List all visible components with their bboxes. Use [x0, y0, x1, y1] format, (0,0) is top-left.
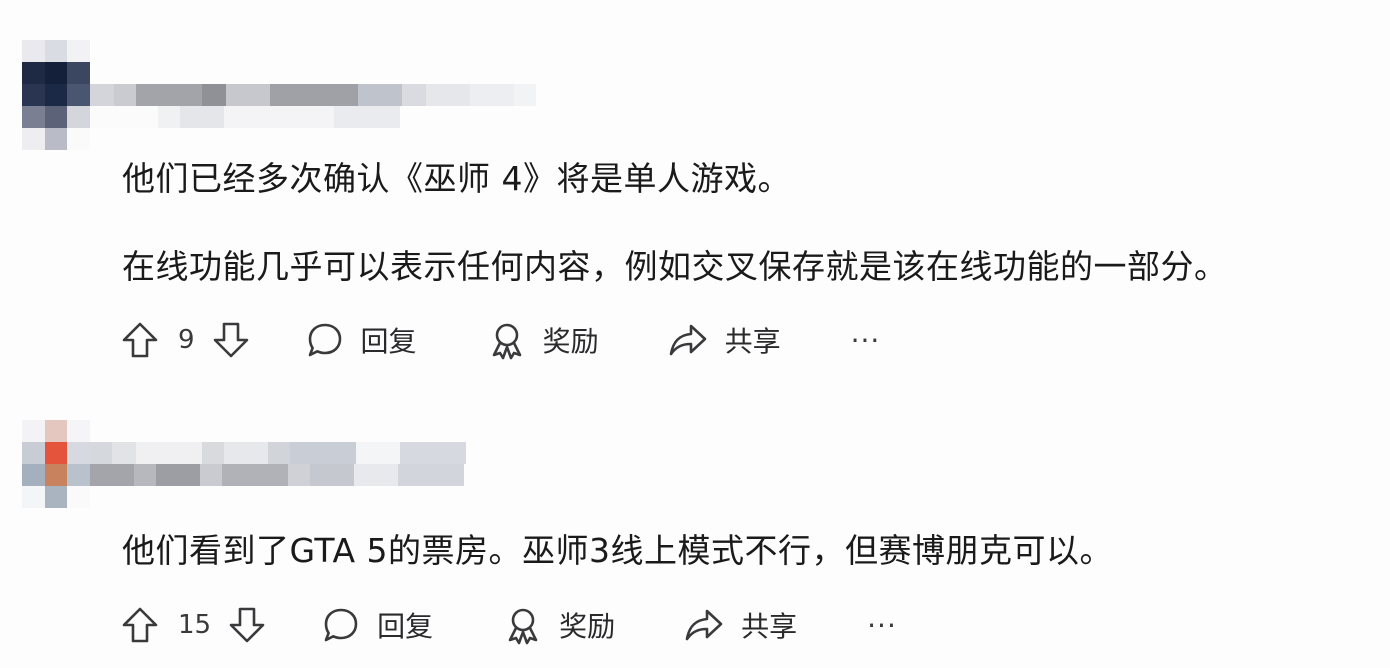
- award-button[interactable]: 奖励: [503, 605, 615, 645]
- reply-label: 回复: [377, 610, 434, 643]
- reply-button[interactable]: 回复: [321, 605, 433, 645]
- avatar[interactable]: [22, 40, 90, 150]
- reply-button[interactable]: 回复: [305, 320, 417, 360]
- share-label: 共享: [724, 325, 781, 358]
- arrow-down-icon: [229, 607, 265, 643]
- vote-count: 15: [178, 610, 212, 640]
- award-label: 奖励: [542, 325, 599, 358]
- upvote-button[interactable]: [120, 605, 160, 645]
- award-ribbon-icon: [508, 608, 538, 645]
- username[interactable]: [90, 84, 536, 128]
- award-ribbon-icon: [492, 323, 521, 360]
- speech-bubble-icon: [308, 323, 341, 357]
- comment: 他们已经多次确认《巫师 4》将是单人游戏。 在线功能几乎可以表示任何内容，例如交…: [0, 0, 1390, 400]
- share-label: 共享: [741, 610, 798, 643]
- more-options-button[interactable]: ···: [851, 324, 881, 357]
- share-button[interactable]: 共享: [683, 605, 797, 645]
- downvote-button[interactable]: [211, 320, 251, 360]
- comment-text-line: 在线功能几乎可以表示任何内容，例如交叉保存就是该在线功能的一部分。: [122, 247, 1228, 286]
- arrow-down-icon: [213, 322, 248, 358]
- reply-label: 回复: [360, 325, 417, 358]
- upvote-button[interactable]: [120, 320, 160, 360]
- downvote-button[interactable]: [227, 605, 267, 645]
- comment-actions: 15 回复 奖励 共享 ···: [120, 603, 897, 647]
- avatar[interactable]: [22, 420, 90, 530]
- share-arrow-icon: [669, 324, 706, 356]
- comment-text-line: 他们看到了GTA 5的票房。巫师3线上模式不行，但赛博朋克可以。: [122, 531, 1114, 570]
- comment-thread: 他们已经多次确认《巫师 4》将是单人游戏。 在线功能几乎可以表示任何内容，例如交…: [0, 0, 1390, 668]
- comment: 他们看到了GTA 5的票房。巫师3线上模式不行，但赛博朋克可以。 15 回复 奖…: [0, 400, 1390, 668]
- comment-text-line: 他们已经多次确认《巫师 4》将是单人游戏。: [122, 159, 791, 198]
- vote-count: 9: [178, 325, 195, 355]
- share-button[interactable]: 共享: [667, 320, 781, 360]
- speech-bubble-icon: [324, 608, 358, 642]
- share-arrow-icon: [685, 609, 723, 641]
- more-options-button[interactable]: ···: [867, 609, 897, 642]
- arrow-up-icon: [122, 607, 158, 643]
- award-button[interactable]: 奖励: [487, 320, 599, 360]
- arrow-up-icon: [122, 322, 158, 358]
- username[interactable]: [90, 442, 466, 486]
- award-label: 奖励: [559, 610, 616, 643]
- comment-actions: 9 回复 奖励 共享 ···: [120, 318, 880, 362]
